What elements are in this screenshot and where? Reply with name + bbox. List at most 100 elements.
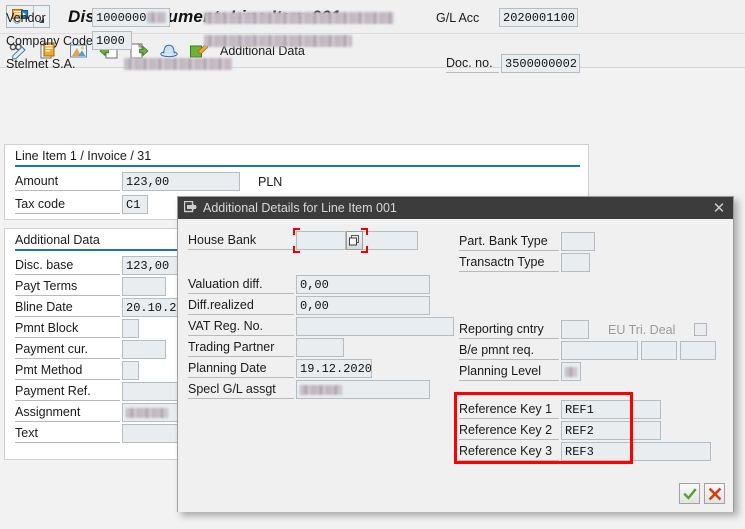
dialog-right-label-0: Part. Bank Type (459, 232, 559, 251)
be-pmnt-req-input-3[interactable] (680, 341, 716, 360)
additional-data-input-5[interactable] (122, 361, 139, 380)
amount-input[interactable]: 123,00 (122, 172, 240, 191)
company-code-row: Company Code 1000 (6, 31, 352, 50)
tax-code-row: Tax code C1 (15, 195, 148, 214)
dialog-left-input-1[interactable]: 0,00 (296, 296, 430, 315)
reporting-cntry-row: Reporting cntry EU Tri. Deal (459, 320, 707, 339)
additional-data-input-1[interactable] (122, 277, 166, 296)
dialog-right-row: Part. Bank Type (459, 231, 595, 252)
dialog-right-input-1[interactable] (561, 253, 590, 272)
additional-data-label-6: Payment Ref. (15, 382, 120, 401)
dialog-left-input-2[interactable] (296, 317, 454, 336)
address-line-redacted (204, 34, 352, 47)
reference-key-label-2: Reference Key 3 (459, 442, 559, 461)
house-bank-input[interactable] (296, 231, 346, 250)
dialog-body: House Bank Valuation diff. 0,00 Diff.rea… (178, 219, 733, 512)
matchcode-icon[interactable] (346, 231, 363, 250)
dialog-title: Additional Details for Line Item 001 (203, 201, 397, 215)
additional-details-dialog: Additional Details for Line Item 001 ✕ H… (177, 196, 734, 512)
dialog-left-column: Valuation diff. 0,00 Diff.realized 0,00 VAT … (188, 274, 454, 400)
close-icon[interactable]: ✕ (711, 199, 727, 217)
reference-key-value-0: REF1 (565, 402, 594, 417)
dialog-right-column: Part. Bank Type Transactn Type (459, 231, 595, 273)
reporting-cntry-input[interactable] (561, 320, 589, 339)
dialog-left-row: Specl G/L assgt (188, 379, 454, 400)
doc-no-row: Doc. no. 3500000002 (446, 54, 580, 73)
amount-label: Amount (15, 172, 120, 191)
dialog-right-label-1: Transactn Type (459, 253, 559, 272)
reporting-cntry-label: Reporting cntry (459, 320, 559, 339)
additional-data-input-4[interactable] (122, 340, 166, 359)
dialog-left-label-5: Specl G/L assgt (188, 380, 294, 399)
dialog-left-label-3: Trading Partner (188, 338, 294, 357)
vendor-value: 1000000 (96, 10, 147, 25)
cancel-button[interactable] (704, 483, 725, 504)
additional-data-label-5: Pmt Method (15, 361, 120, 380)
dialog-left-input-4[interactable]: 19.12.2020 (296, 359, 372, 378)
vendor-row: Vendor 1000000 (6, 8, 394, 27)
city-line-redacted (124, 57, 232, 70)
eu-tri-deal-label: EU Tri. Deal (608, 322, 676, 337)
dialog-left-value-4: 19.12.2020 (300, 361, 372, 376)
doc-no-label: Doc. no. (446, 54, 499, 73)
planning-level-input[interactable] (561, 362, 581, 381)
additional-data-value-redacted-7 (126, 407, 168, 418)
dialog-left-label-2: VAT Reg. No. (188, 317, 294, 336)
dialog-left-row: Trading Partner (188, 337, 454, 358)
confirm-button[interactable] (679, 483, 700, 504)
dialog-left-row: Valuation diff. 0,00 (188, 274, 454, 295)
amount-value: 123,00 (126, 174, 170, 189)
vendor-input[interactable]: 1000000 (92, 8, 170, 27)
gl-acc-input[interactable]: 2020001100 (499, 8, 578, 27)
dialog-window-icon (183, 200, 197, 216)
additional-data-label-0: Disc. base (15, 256, 120, 275)
doc-no-input[interactable]: 3500000002 (501, 54, 580, 73)
additional-data-label-3: Pmnt Block (15, 319, 120, 338)
reference-key-label-0: Reference Key 1 (459, 400, 559, 419)
reference-key-input-0[interactable]: REF1 (561, 400, 661, 419)
doc-no-value: 3500000002 (505, 56, 578, 71)
check-green-icon (682, 487, 697, 500)
company-code-label: Company Code (6, 33, 93, 48)
reference-key-value-1: REF2 (565, 423, 594, 438)
reference-key-value-2: REF3 (565, 444, 594, 459)
company-code-input[interactable]: 1000 (92, 31, 132, 50)
additional-data-input-3[interactable] (122, 319, 139, 338)
dialog-left-input-5[interactable] (296, 380, 430, 399)
house-bank-row: House Bank (188, 228, 418, 253)
dialog-right-row: Transactn Type (459, 252, 595, 273)
additional-data-label-8: Text (15, 424, 120, 443)
tax-code-label: Tax code (15, 195, 120, 214)
house-bank-secondary-input[interactable] (363, 231, 418, 250)
dialog-left-label-0: Valuation diff. (188, 275, 294, 294)
gl-acc-row: G/L Acc 2020001100 (436, 8, 578, 27)
vendor-name-redacted (204, 11, 394, 24)
dialog-left-value-1: 0,00 (300, 298, 329, 313)
be-pmnt-req-input-1[interactable] (561, 341, 638, 360)
reference-key-row: Reference Key 1 REF1 (459, 399, 711, 420)
be-pmnt-req-input-2[interactable] (641, 341, 677, 360)
dialog-left-row: Planning Date 19.12.2020 (188, 358, 454, 379)
reference-key-label-1: Reference Key 2 (459, 421, 559, 440)
additional-data-label-2: Bline Date (15, 298, 120, 317)
reference-key-input-2[interactable]: REF3 (561, 442, 711, 461)
dialog-left-label-1: Diff.realized (188, 296, 294, 315)
dialog-right-input-0[interactable] (561, 232, 595, 251)
dialog-action-buttons (679, 483, 725, 504)
planning-level-label: Planning Level (459, 362, 559, 381)
dialog-title-bar: Additional Details for Line Item 001 ✕ (178, 197, 733, 219)
vendor-value-redacted (147, 12, 166, 23)
dialog-left-input-0[interactable]: 0,00 (296, 275, 430, 294)
additional-data-label-1: Payt Terms (15, 277, 120, 296)
planning-level-row: Planning Level (459, 362, 581, 381)
tax-code-value: C1 (126, 197, 141, 212)
eu-tri-deal-checkbox[interactable] (694, 323, 707, 336)
dialog-left-input-3[interactable] (296, 338, 344, 357)
be-pmnt-req-row: B/e pmnt req. (459, 341, 716, 360)
line-item-section-title: Line Item 1 / Invoice / 31 (15, 149, 580, 167)
company-code-value: 1000 (96, 33, 125, 48)
reference-key-row: Reference Key 3 REF3 (459, 441, 711, 462)
reference-key-input-1[interactable]: REF2 (561, 421, 661, 440)
tax-code-input[interactable]: C1 (122, 195, 148, 214)
amount-row: Amount 123,00 PLN (15, 172, 282, 191)
